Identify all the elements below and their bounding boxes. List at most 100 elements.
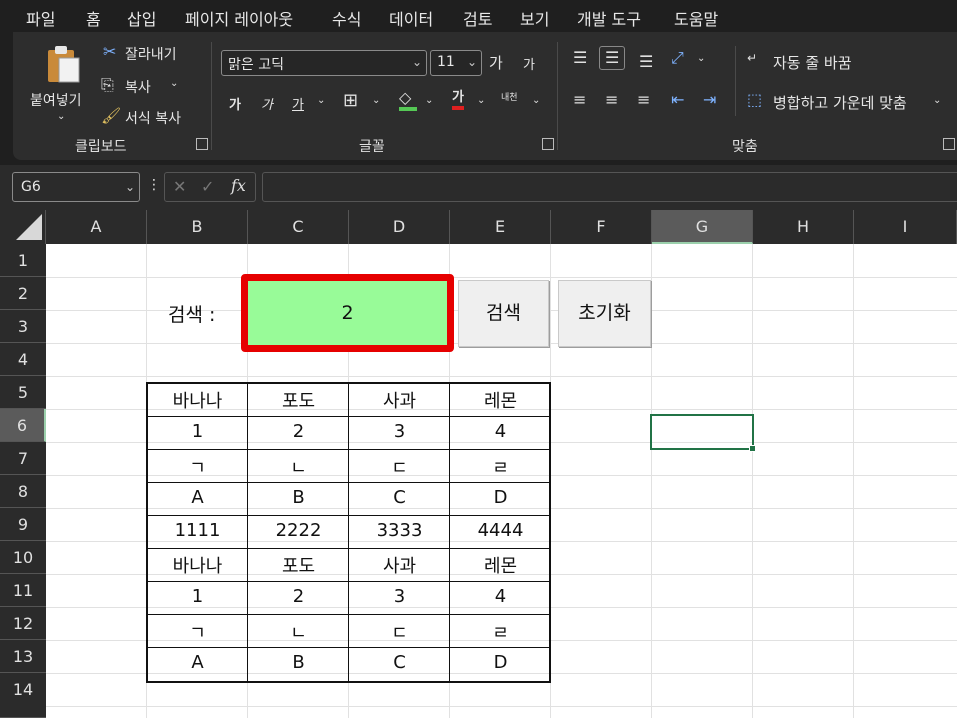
font-color-button[interactable]: 가 [452, 90, 464, 110]
chevron-down-icon[interactable]: ⌄ [933, 96, 941, 106]
column-header-a[interactable]: A [46, 210, 147, 244]
menu-review[interactable]: 검토 [463, 6, 492, 30]
table-cell[interactable]: 1111 [147, 520, 248, 548]
table-cell[interactable]: 바나나 [147, 552, 248, 580]
row-header-12[interactable]: 12 [0, 607, 46, 640]
table-cell[interactable]: 2222 [248, 520, 349, 548]
chevron-down-icon[interactable]: ⌄ [372, 96, 380, 106]
table-cell[interactable]: ㄴ [248, 454, 349, 482]
orientation-icon[interactable]: ⤢ [671, 50, 684, 66]
row-header-8[interactable]: 8 [0, 475, 46, 508]
table-cell[interactable]: C [349, 652, 450, 680]
table-cell[interactable]: B [248, 652, 349, 680]
table-cell[interactable]: 포도 [248, 552, 349, 580]
align-right-icon[interactable]: ≡ [637, 92, 650, 108]
table-cell[interactable]: 2 [248, 421, 349, 449]
shrink-font-button[interactable]: 가 [523, 54, 535, 73]
menu-insert[interactable]: 삽입 [127, 6, 156, 30]
column-header-i[interactable]: I [854, 210, 957, 244]
font-launcher-icon[interactable] [542, 138, 554, 150]
table-cell[interactable]: ㄱ [147, 619, 248, 647]
table-cell[interactable]: 레몬 [450, 552, 551, 580]
reset-button[interactable]: 초기화 [558, 280, 651, 347]
column-header-d[interactable]: D [349, 210, 450, 244]
phonetic-button[interactable]: 내천 [501, 90, 518, 103]
menu-help[interactable]: 도움말 [674, 6, 718, 30]
more-options-icon[interactable]: ⋮ [147, 178, 161, 192]
name-box[interactable]: G6 ⌄ [12, 172, 140, 202]
chevron-down-icon[interactable]: ⌄ [697, 54, 705, 64]
chevron-down-icon[interactable]: ⌄ [317, 96, 325, 106]
table-cell[interactable]: B [248, 487, 349, 515]
column-header-f[interactable]: F [551, 210, 652, 244]
table-cell[interactable]: D [450, 652, 551, 680]
column-header-e[interactable]: E [450, 210, 551, 244]
table-cell[interactable]: 3333 [349, 520, 450, 548]
clipboard-launcher-icon[interactable] [196, 138, 208, 150]
chevron-down-icon[interactable]: ⌄ [532, 96, 540, 106]
table-cell[interactable]: ㄷ [349, 454, 450, 482]
table-cell[interactable]: 4444 [450, 520, 551, 548]
row-header-3[interactable]: 3 [0, 310, 46, 343]
table-cell[interactable]: 1 [147, 586, 248, 614]
table-cell[interactable]: 사과 [349, 552, 450, 580]
table-cell[interactable]: ㄱ [147, 454, 248, 482]
row-header-5[interactable]: 5 [0, 376, 46, 409]
table-cell[interactable]: ㄴ [248, 619, 349, 647]
selected-cell-g6[interactable] [650, 414, 756, 452]
table-cell[interactable]: 2 [248, 586, 349, 614]
grow-font-button[interactable]: 가 [489, 52, 503, 73]
row-header-9[interactable]: 9 [0, 508, 46, 541]
bold-button[interactable]: 가 [229, 94, 241, 113]
italic-button[interactable]: 가 [261, 94, 273, 113]
align-top-icon[interactable]: ☰ [573, 50, 587, 66]
table-cell[interactable]: ㄹ [450, 454, 551, 482]
table-cell[interactable]: ㄷ [349, 619, 450, 647]
table-cell[interactable]: A [147, 487, 248, 515]
row-header-11[interactable]: 11 [0, 574, 46, 607]
menu-formulas[interactable]: 수식 [332, 6, 361, 30]
column-header-h[interactable]: H [753, 210, 854, 244]
table-cell[interactable]: ㄹ [450, 619, 551, 647]
border-icon[interactable]: ⊞ [343, 92, 358, 110]
wrap-text-button[interactable]: 자동 줄 바꿈 [773, 52, 852, 73]
table-cell[interactable]: A [147, 652, 248, 680]
chevron-down-icon[interactable]: ⌄ [477, 96, 485, 106]
menu-data[interactable]: 데이터 [389, 6, 433, 30]
cut-button[interactable]: 잘라내기 [125, 44, 177, 64]
decrease-indent-icon[interactable]: ⇤ [671, 92, 684, 108]
fill-color-icon[interactable]: ◇ [399, 90, 417, 111]
font-size-select[interactable]: 11 ⌄ [430, 50, 482, 76]
paste-button[interactable]: 붙여넣기 ⌄ [27, 40, 87, 125]
alignment-launcher-icon[interactable] [943, 138, 955, 150]
row-header-10[interactable]: 10 [0, 541, 46, 574]
menu-page-layout[interactable]: 페이지 레이아웃 [185, 6, 293, 30]
table-cell[interactable]: 바나나 [147, 387, 248, 415]
table-cell[interactable]: 4 [450, 421, 551, 449]
enter-icon[interactable]: ✓ [201, 179, 214, 195]
chevron-down-icon[interactable]: ⌄ [170, 79, 178, 89]
align-bottom-icon[interactable]: ☰ [639, 54, 653, 70]
underline-button[interactable]: 가 [292, 94, 304, 113]
search-button[interactable]: 검색 [458, 280, 549, 347]
table-cell[interactable]: D [450, 487, 551, 515]
row-header-14[interactable]: 14 [0, 673, 46, 718]
row-header-4[interactable]: 4 [0, 343, 46, 376]
align-middle-icon[interactable]: ☰ [599, 46, 626, 70]
increase-indent-icon[interactable]: ⇥ [703, 92, 716, 108]
table-cell[interactable]: 1 [147, 421, 248, 449]
copy-button[interactable]: 복사 [125, 77, 151, 97]
table-cell[interactable]: 레몬 [450, 387, 551, 415]
formula-input[interactable] [262, 172, 957, 202]
column-header-g[interactable]: G [652, 210, 753, 244]
cancel-icon[interactable]: ✕ [173, 179, 186, 195]
menu-developer[interactable]: 개발 도구 [577, 6, 641, 30]
align-left-icon[interactable]: ≡ [573, 92, 586, 108]
insert-function-icon[interactable]: fx [231, 178, 246, 194]
row-header-1[interactable]: 1 [0, 244, 46, 277]
table-cell[interactable]: 사과 [349, 387, 450, 415]
column-header-c[interactable]: C [248, 210, 349, 244]
font-name-select[interactable]: 맑은 고딕 ⌄ [221, 50, 427, 76]
row-header-6[interactable]: 6 [0, 409, 46, 442]
row-header-13[interactable]: 13 [0, 640, 46, 673]
